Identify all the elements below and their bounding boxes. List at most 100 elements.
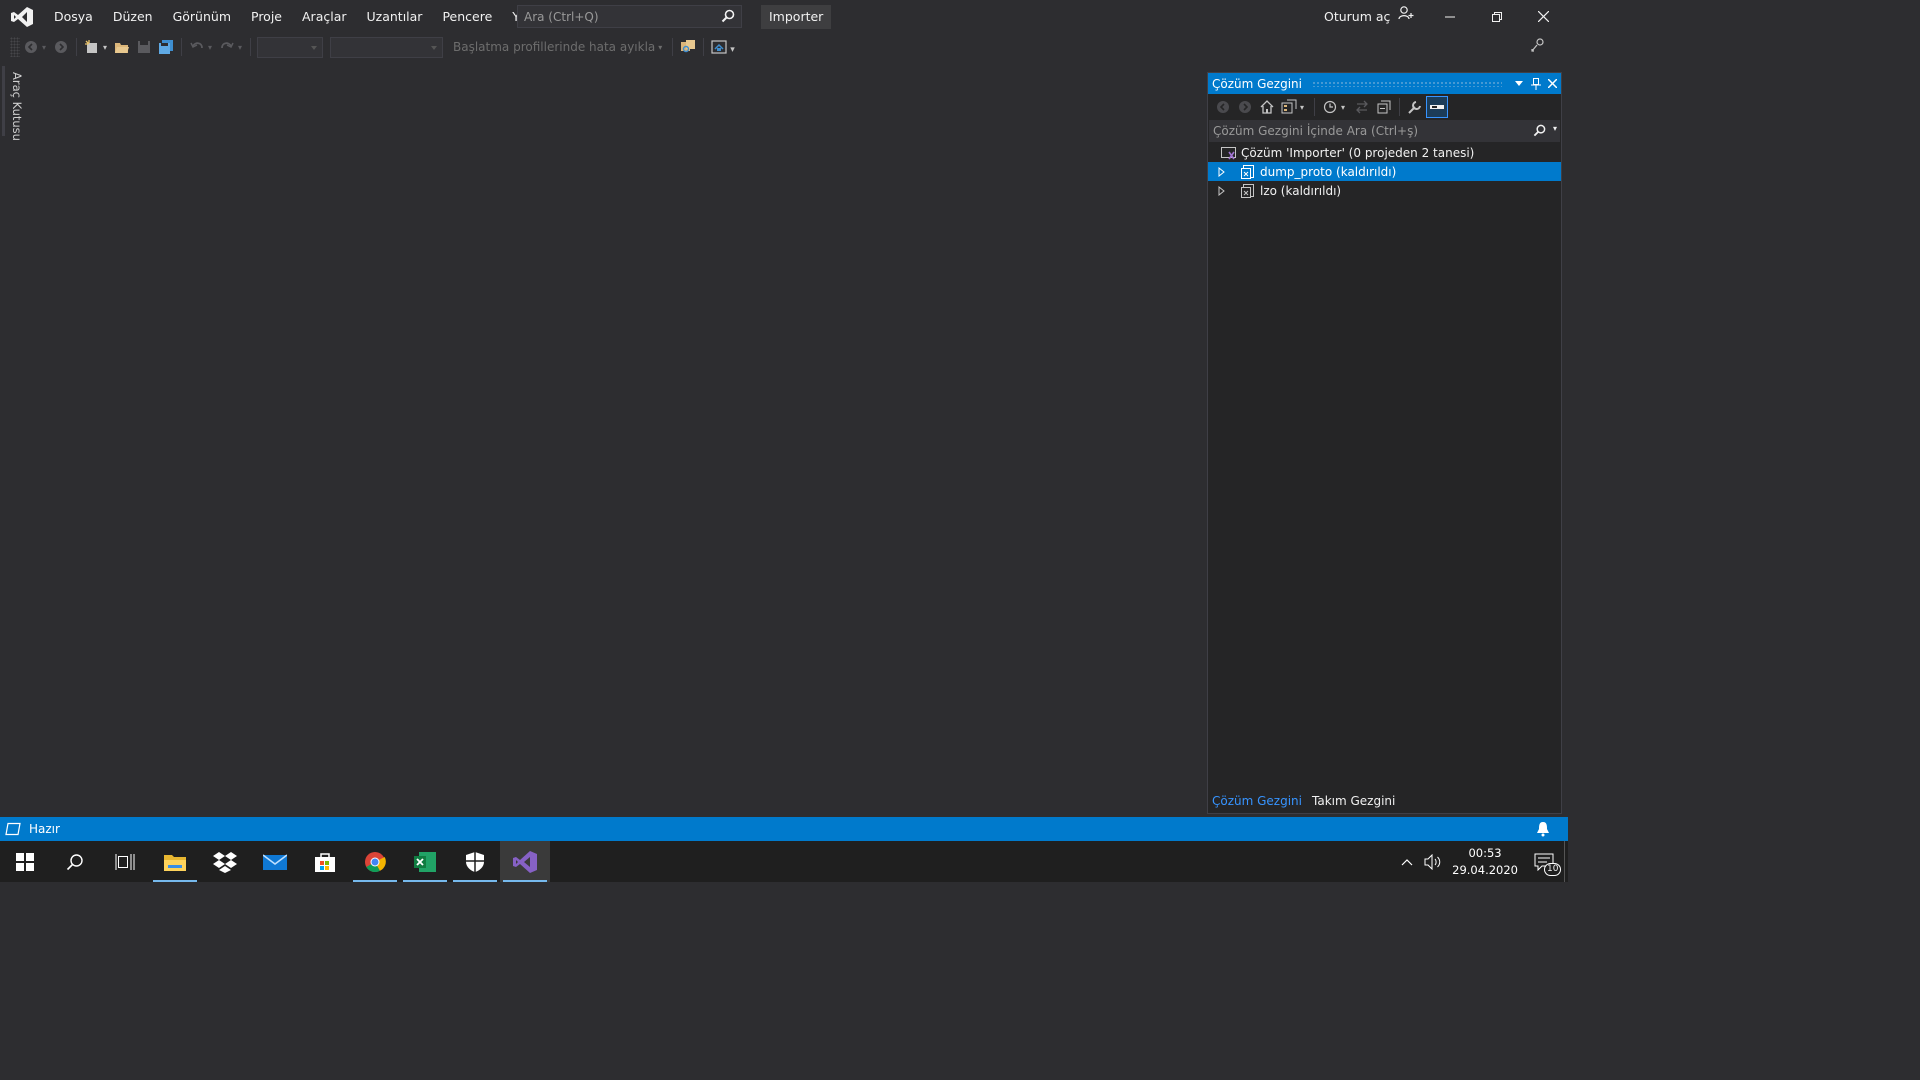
debug-profile-button[interactable]: Başlatma profillerinde hata ayıkla [453,40,655,54]
tree-project-node[interactable]: lzo (kaldırıldı) [1208,181,1561,200]
solution-explorer-search-input[interactable]: Çözüm Gezgini İçinde Ara (Ctrl+ş) ▾ [1209,120,1560,142]
home-icon [1260,100,1274,114]
chrome-taskbar-button[interactable] [350,841,400,882]
solution-explorer-tabs: Çözüm Gezgini Takım Gezgini [1207,790,1400,812]
toolbar-grip[interactable] [10,37,20,57]
mail-taskbar-button[interactable] [250,841,300,882]
action-center-button[interactable]: 10 [1524,853,1564,876]
solution-explorer-title-bar[interactable]: Çözüm Gezgini [1208,73,1561,94]
se-back-button[interactable] [1212,96,1234,118]
save-button[interactable] [133,36,155,58]
close-panel-button[interactable] [1544,79,1561,88]
expand-arrow-icon[interactable] [1218,166,1240,177]
se-forward-button[interactable] [1234,96,1256,118]
search-input[interactable]: Ara (Ctrl+Q) [517,5,742,28]
sign-in-button[interactable]: Oturum aç [1324,0,1414,33]
show-hidden-icons-button[interactable] [1394,858,1420,866]
chevron-down-icon[interactable]: ▾ [42,43,50,52]
project-name-badge[interactable]: Importer [761,5,832,29]
navigate-forward-button[interactable] [50,36,72,58]
clock[interactable]: 00:53 29.04.2020 [1446,845,1524,879]
chrome-icon [365,851,386,872]
se-collapse-all-button[interactable] [1373,96,1395,118]
sign-in-label: Oturum aç [1324,9,1391,24]
search-icon [66,853,83,870]
tree-project-node[interactable]: dump_proto (kaldırıldı) [1208,162,1561,181]
toolbar-separator [76,38,77,56]
menu-project[interactable]: Proje [241,0,292,33]
security-taskbar-button[interactable] [450,841,500,882]
close-button[interactable] [1520,0,1567,33]
search-icon [1533,124,1546,140]
file-explorer-taskbar-button[interactable] [150,841,200,882]
toolbox-tab[interactable]: Araç Kutusu [10,72,24,141]
chevron-down-icon[interactable]: ▾ [658,43,668,52]
undo-icon [190,42,203,49]
notification-count-badge: 10 [1544,862,1562,876]
undo-button[interactable] [186,36,208,58]
clock-time: 00:53 [1468,845,1502,860]
switch-views-icon [1281,99,1297,114]
notification-bell-icon[interactable] [1536,821,1550,840]
minimize-icon [1444,16,1455,17]
redo-button[interactable] [216,36,238,58]
toolbar-overflow-icon[interactable]: ▾ [730,45,740,55]
find-in-files-button[interactable] [677,36,699,58]
standard-toolbar: ▾ ▾ ▾ ▾ Başlatma profillerinde hata ayık… [0,33,1568,61]
window-position-dropdown[interactable] [1510,80,1527,87]
chevron-down-icon[interactable]: ▾ [238,43,246,52]
new-project-button[interactable] [81,36,103,58]
solution-platform-dropdown[interactable] [330,36,443,58]
navigate-back-button[interactable] [20,36,42,58]
windows-logo-icon [16,852,34,871]
status-bar: Hazır [0,817,1568,841]
visual-studio-taskbar-button[interactable] [500,841,550,882]
feedback-button[interactable] [1530,37,1546,56]
se-preview-button[interactable] [1426,96,1448,118]
task-view-button[interactable] [100,841,150,882]
tab-team-explorer[interactable]: Takım Gezgini [1307,794,1400,808]
volume-button[interactable] [1420,853,1446,870]
tab-solution-explorer[interactable]: Çözüm Gezgini [1207,794,1307,808]
se-properties-button[interactable] [1404,96,1426,118]
forward-arrow-icon [55,41,67,53]
save-all-icon [159,40,173,54]
toolbox-tab-indicator [2,66,5,136]
se-pending-changes-filter-button[interactable] [1319,96,1341,118]
live-share-button[interactable] [708,36,730,58]
chevron-down-icon[interactable]: ▾ [1553,124,1557,133]
mail-icon [263,853,287,870]
se-switch-views-button[interactable] [1278,96,1300,118]
menu-file[interactable]: Dosya [44,0,103,33]
chevron-down-icon[interactable]: ▾ [1300,103,1310,112]
window-home-icon [711,40,727,54]
menu-tools[interactable]: Araçlar [292,0,357,33]
auto-hide-pin-button[interactable] [1527,77,1544,90]
open-file-button[interactable] [111,36,133,58]
minimize-button[interactable] [1426,0,1473,33]
title-grip [1312,80,1502,87]
save-all-button[interactable] [155,36,177,58]
excel-taskbar-button[interactable] [400,841,450,882]
solution-configuration-dropdown[interactable] [257,36,323,58]
restore-button[interactable] [1473,0,1520,33]
taskbar-search-button[interactable] [50,841,100,882]
menu-extensions[interactable]: Uzantılar [357,0,433,33]
close-icon [1548,79,1557,88]
chevron-down-icon[interactable]: ▾ [208,43,216,52]
menu-edit[interactable]: Düzen [103,0,163,33]
menu-view[interactable]: Görünüm [163,0,241,33]
se-sync-button[interactable] [1351,96,1373,118]
dropbox-taskbar-button[interactable] [200,841,250,882]
store-taskbar-button[interactable] [300,841,350,882]
chevron-down-icon[interactable]: ▾ [103,43,111,52]
show-desktop-button[interactable] [1564,841,1568,882]
menu-window[interactable]: Pencere [432,0,502,33]
visual-studio-logo-icon[interactable] [0,0,44,33]
se-home-button[interactable] [1256,96,1278,118]
user-add-icon [1398,0,1414,33]
tree-solution-node[interactable]: Çözüm 'Importer' (0 projeden 2 tanesi) [1208,143,1561,162]
start-button[interactable] [0,841,50,882]
expand-arrow-icon[interactable] [1218,185,1240,196]
chevron-down-icon[interactable]: ▾ [1341,103,1351,112]
